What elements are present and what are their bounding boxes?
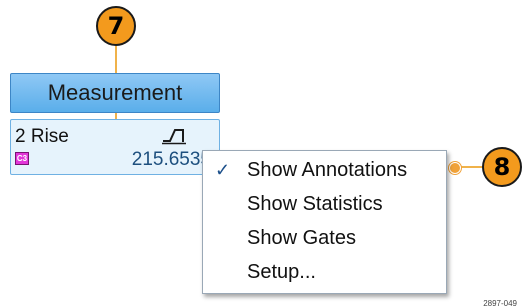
menu-item-label: Show Annotations [247,158,408,181]
callout-7-badge: 7 [96,6,136,46]
menu-item-show-annotations[interactable]: ✓ Show Annotations [203,153,446,187]
check-icon: ✓ [215,159,231,180]
menu-item-show-statistics[interactable]: Show Statistics [203,187,446,221]
menu-item-label: Show Gates [247,226,356,249]
menu-item-setup[interactable]: Setup... [203,255,446,289]
menu-item-show-gates[interactable]: Show Gates [203,221,446,255]
figure-id: 2897-049 [483,299,517,308]
callout-8-line [458,166,482,168]
measurement-name: 2 Rise [15,126,69,147]
context-menu: ✓ Show Annotations Show Statistics Show … [202,150,447,294]
measurement-header-label: Measurement [47,80,183,105]
channel-indicator: C3 [15,152,29,165]
rise-edge-icon [162,129,186,145]
callout-8-dot [449,162,461,174]
callout-8-badge: 8 [482,147,522,187]
measurement-badge[interactable]: 2 Rise C3 215.6535 [10,119,220,175]
measurement-header[interactable]: Measurement [10,73,220,113]
measurement-value: 215.6535 [131,149,211,170]
menu-item-label: Setup... [247,260,316,283]
menu-item-label: Show Statistics [247,192,383,215]
